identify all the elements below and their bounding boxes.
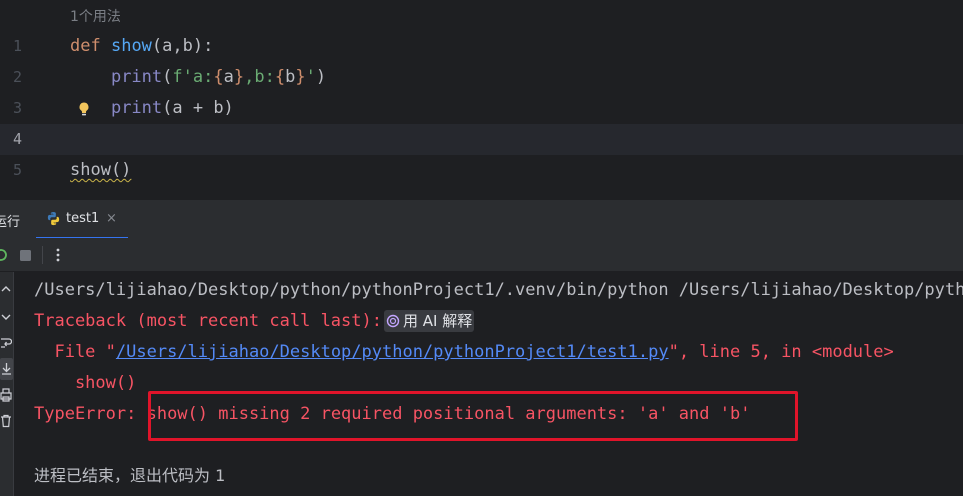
ai-explain-label: 用 AI 解释: [403, 312, 473, 330]
print-args: (a + b): [162, 98, 234, 118]
run-tool-window-header: 运行 test1 ×: [0, 199, 963, 239]
line-number: 1: [12, 37, 22, 55]
close-tab-icon[interactable]: ×: [106, 211, 117, 226]
function-params: (a,b):: [151, 36, 214, 56]
function-name: show: [110, 36, 152, 56]
console-exit-line: 进程已结束，退出代码为 1: [34, 466, 226, 485]
error-message: show() missing 2 required positional arg…: [146, 404, 751, 424]
console-error-line: TypeError: show() missing 2 required pos…: [34, 402, 750, 426]
ai-explain-button[interactable]: 用 AI 解释: [384, 310, 475, 332]
console-source-line: show(): [34, 373, 137, 393]
fstring-var: a: [223, 67, 234, 87]
trash-icon[interactable]: [0, 414, 12, 428]
code-text[interactable]: print(f'a:{a},b:{b}'): [70, 62, 326, 93]
scroll-to-end-icon: [2, 363, 11, 375]
line-number: 3: [12, 99, 22, 117]
file-path-link[interactable]: /Users/lijiahao/Desktop/python/pythonPro…: [116, 342, 669, 362]
run-console-output[interactable]: /Users/lijiahao/Desktop/python/pythonPro…: [15, 272, 963, 496]
tab-test1[interactable]: test1 ×: [36, 200, 128, 239]
fstring-var: b: [285, 67, 296, 87]
fstring-suffix: ': [305, 67, 316, 87]
keyword-def: def: [70, 36, 101, 56]
usage-hint[interactable]: 1个用法: [70, 6, 121, 26]
tab-label: test1: [66, 211, 100, 226]
more-options-icon[interactable]: [55, 247, 61, 263]
code-text[interactable]: def show(a,b):: [70, 31, 213, 62]
code-line-3[interactable]: 3 print(a + b): [0, 93, 963, 124]
code-line-1[interactable]: 1 def show(a,b):: [0, 31, 963, 62]
line-number: 4: [12, 130, 22, 148]
code-editor[interactable]: 1个用法 1 def show(a,b): 2 print(f'a:{a},b:…: [0, 0, 963, 200]
print-icon[interactable]: [0, 388, 12, 402]
code-line-2[interactable]: 2 print(f'a:{a},b:{b}'): [0, 62, 963, 93]
rerun-icon[interactable]: [0, 247, 8, 263]
stop-icon[interactable]: [19, 247, 33, 263]
paren: ): [315, 67, 327, 87]
builtin-print: print: [110, 98, 163, 118]
run-toolbar: [0, 238, 963, 272]
line-number: 2: [12, 68, 22, 86]
code-line-5[interactable]: 5 show(): [0, 155, 963, 186]
fstring-prefix: f'a:: [172, 67, 214, 87]
toolbar-separator: [42, 246, 43, 264]
fstring-mid: ,b:: [244, 67, 275, 87]
console-side-toolbar: [0, 272, 14, 496]
fstring-brace: }: [295, 67, 306, 87]
fstring-brace: {: [213, 67, 224, 87]
traceback-header: Traceback (most recent call last):: [34, 311, 382, 331]
python-icon: [47, 211, 60, 226]
arrow-down-icon[interactable]: [0, 310, 12, 324]
fstring-brace: }: [233, 67, 245, 87]
show-call-warning: show(): [70, 160, 132, 180]
run-panel-title: 运行: [0, 215, 21, 230]
file-prefix: File ": [34, 342, 116, 362]
error-type: TypeError:: [34, 404, 147, 424]
arrow-up-icon[interactable]: [0, 282, 12, 296]
console-file-line: File "/Users/lijiahao/Desktop/python/pyt…: [34, 340, 894, 364]
code-text[interactable]: show(): [70, 155, 131, 186]
scroll-to-end-toggle[interactable]: [0, 358, 13, 380]
soft-wrap-icon[interactable]: [0, 336, 12, 350]
file-suffix: ", line 5, in <module>: [668, 342, 894, 362]
code-line-4[interactable]: 4: [0, 124, 963, 155]
console-traceback-line: Traceback (most recent call last): 用 AI 解…: [34, 309, 475, 333]
code-text[interactable]: print(a + b): [70, 93, 234, 124]
paren: (: [162, 67, 173, 87]
fstring-brace: {: [274, 67, 286, 87]
console-command-line: /Users/lijiahao/Desktop/python/pythonPro…: [34, 280, 963, 300]
builtin-print: print: [110, 67, 163, 87]
ai-explain-icon: [386, 314, 400, 328]
line-number: 5: [12, 161, 22, 179]
